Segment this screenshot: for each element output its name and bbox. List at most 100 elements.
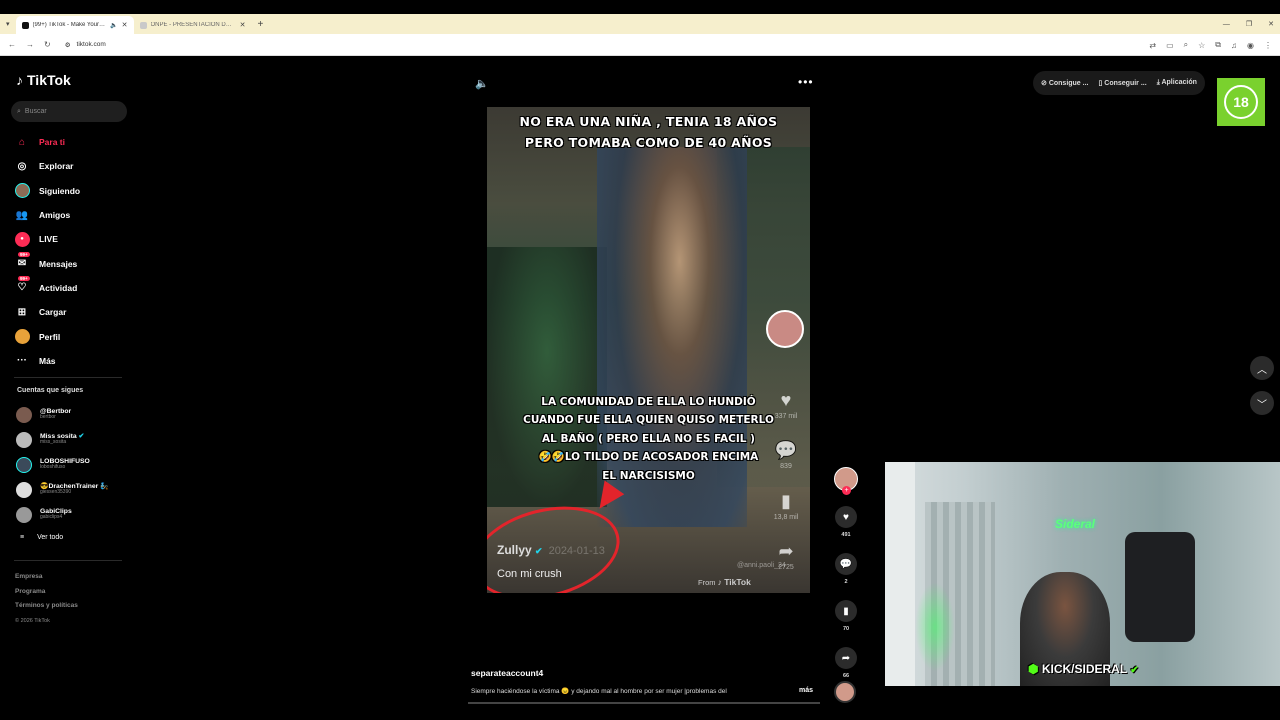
reload-icon[interactable]: ↻ bbox=[44, 40, 51, 49]
footer-link-terminos[interactable]: Términos y políticas bbox=[15, 599, 78, 614]
cast-icon[interactable]: ▭ bbox=[1166, 41, 1174, 50]
comment-button[interactable]: 💬 2 bbox=[830, 553, 862, 585]
share-button[interactable]: ➦ 66 bbox=[830, 647, 862, 679]
menu-icon[interactable]: ⋮ bbox=[1264, 41, 1272, 50]
tab-onpe[interactable]: ONPE - PRESENTACIÓN DE RES ✕ bbox=[134, 16, 252, 34]
author-avatar[interactable]: + bbox=[834, 467, 858, 495]
tab-tiktok[interactable]: (99+) TikTok - Make Your Day 🔈 ✕ bbox=[15, 16, 134, 34]
nav-item-amigos[interactable]: 👥 Amigos bbox=[14, 203, 134, 227]
forward-icon[interactable]: → bbox=[26, 40, 34, 49]
search-input[interactable]: ⌕ Buscar bbox=[11, 101, 127, 122]
tiktok-logo[interactable]: ♪ TikTok bbox=[16, 72, 71, 88]
heart-icon: ♥ bbox=[835, 506, 857, 528]
restore-icon[interactable]: ❐ bbox=[1246, 20, 1252, 28]
comment-icon: 💬 bbox=[835, 553, 857, 575]
see-more-button[interactable]: más bbox=[799, 687, 813, 694]
age-rating-label: 18 bbox=[1224, 85, 1258, 119]
nav-label: Para ti bbox=[39, 137, 65, 148]
following-item[interactable]: GabiClips gabiclips4 bbox=[16, 502, 138, 527]
avatar bbox=[16, 456, 32, 473]
nav-label: Amigos bbox=[39, 210, 71, 221]
music-disc-avatar[interactable] bbox=[834, 681, 856, 703]
following-list: @Bertbor bertbor Miss sosita ✔ miss_sosita… bbox=[16, 402, 138, 547]
translate-icon[interactable]: ⇄ bbox=[1149, 41, 1156, 50]
more-options-icon[interactable]: ••• bbox=[798, 75, 814, 89]
get-coins-button[interactable]: ⊘ Consigue ... bbox=[1041, 79, 1088, 87]
message-badge: 99+ bbox=[18, 251, 30, 257]
site-info-icon[interactable]: ⚙ bbox=[65, 41, 71, 49]
see-all-link[interactable]: ≡ Ver todo bbox=[16, 527, 138, 547]
get-app-button[interactable]: ▯ Conseguir ... bbox=[1098, 79, 1146, 87]
home-icon: ⌂ bbox=[18, 136, 26, 148]
side-actions: + ♥ 491 💬 2 ▮ 70 ➦ 66 bbox=[830, 467, 862, 679]
nav-label: Perfil bbox=[39, 331, 61, 342]
nav-item-explorar[interactable]: ◎ Explorar bbox=[14, 154, 134, 178]
gaming-chair-image bbox=[1125, 532, 1195, 642]
back-icon[interactable]: ← bbox=[8, 40, 16, 49]
nav-item-para-ti[interactable]: ⌂ Para ti bbox=[14, 130, 134, 154]
led-glow-image bbox=[915, 582, 955, 672]
door-image bbox=[885, 462, 915, 686]
tab-search-icon[interactable]: ▾ bbox=[6, 20, 10, 28]
tab-title: ONPE - PRESENTACIÓN DE RES bbox=[150, 22, 236, 28]
compass-icon: ◎ bbox=[17, 160, 27, 172]
streamer-webcam: Sideral ⬢ KICK/SIDERAL ✔ bbox=[885, 462, 1280, 686]
sound-icon[interactable]: 🔈 bbox=[475, 77, 489, 90]
extensions-icon[interactable]: ⧉ bbox=[1215, 40, 1221, 50]
close-window-icon[interactable]: ✕ bbox=[1268, 20, 1274, 28]
new-tab-icon[interactable]: + bbox=[258, 19, 264, 30]
tab-close-icon[interactable]: ✕ bbox=[240, 21, 246, 29]
like-button[interactable]: ♥ 491 bbox=[830, 506, 862, 538]
bookmark-icon: ▮ bbox=[835, 600, 857, 622]
zoom-icon[interactable]: ⌕ bbox=[1184, 40, 1188, 50]
following-item[interactable]: Miss sosita ✔ miss_sosita bbox=[16, 427, 138, 452]
share-count: 66 bbox=[842, 673, 850, 679]
onpe-favicon-icon bbox=[139, 21, 147, 29]
activity-icon: ♡ 99+ bbox=[17, 275, 30, 294]
like-count: 491 bbox=[841, 532, 851, 538]
url-text: tiktok.com bbox=[76, 41, 106, 48]
nav-label: Más bbox=[39, 355, 56, 366]
inner-username: Zullyy ✔ 2024-01-13 bbox=[497, 543, 605, 557]
nav-item-live[interactable]: ● LIVE bbox=[14, 227, 134, 251]
nav-item-siguiendo[interactable]: Siguiendo bbox=[14, 179, 134, 203]
inner-credit: @anni.paoli_24 bbox=[737, 562, 786, 569]
url-field[interactable]: ⚙ tiktok.com bbox=[65, 41, 106, 49]
nav-item-mas[interactable]: ··· Más bbox=[14, 349, 134, 373]
video-caption-top: NO ERA UNA NIÑA , TENIA 18 AÑOS PERO TOM… bbox=[519, 114, 778, 150]
profile-icon[interactable]: ◉ bbox=[1247, 41, 1254, 50]
nav-item-perfil[interactable]: Perfil bbox=[14, 324, 134, 348]
age-rating-badge: 18 bbox=[1217, 78, 1265, 126]
video-caption-middle: LA COMUNIDAD DE ELLA LO HUNDIÓ CUANDO FU… bbox=[523, 396, 774, 482]
stream-overlay-text: ⬢ KICK/SIDERAL ✔ bbox=[1028, 662, 1139, 676]
app-download-button[interactable]: ⤓ Aplicación bbox=[1157, 79, 1197, 87]
follow-plus-icon[interactable]: + bbox=[842, 486, 851, 495]
profile-icon bbox=[14, 329, 30, 345]
following-item[interactable]: 😎DrachenTrainer 🧞 giessen35390 bbox=[16, 477, 138, 502]
video-progress-bar[interactable] bbox=[468, 702, 820, 704]
save-button[interactable]: ▮ 70 bbox=[830, 600, 862, 632]
search-icon: ⌕ bbox=[17, 107, 21, 115]
nav-item-cargar[interactable]: ⊞ Cargar bbox=[14, 300, 134, 324]
bookmark-star-icon[interactable]: ☆ bbox=[1198, 41, 1205, 50]
following-handle: loboshifuso bbox=[40, 464, 66, 471]
video-player[interactable]: NO ERA UNA NIÑA , TENIA 18 AÑOS PERO TOM… bbox=[487, 107, 810, 593]
footer-link-empresa[interactable]: Empresa bbox=[15, 570, 78, 585]
copyright: © 2026 TikTok bbox=[15, 617, 50, 624]
footer-link-programa[interactable]: Programa bbox=[15, 585, 78, 600]
tab-mute-icon[interactable]: 🔈 bbox=[110, 22, 117, 29]
previous-video-button[interactable]: ︿ bbox=[1250, 356, 1274, 380]
nav-item-mensajes[interactable]: ✉ 99+ Mensajes bbox=[14, 251, 134, 275]
following-handle: gabiclips4 bbox=[40, 514, 63, 521]
following-item[interactable]: @Bertbor bertbor bbox=[16, 402, 138, 427]
nav-item-actividad[interactable]: ♡ 99+ Actividad bbox=[14, 275, 134, 300]
next-video-button[interactable]: ﹀ bbox=[1250, 391, 1274, 415]
media-icon[interactable]: ♫ bbox=[1231, 41, 1237, 50]
post-author[interactable]: separateaccount4 bbox=[471, 668, 543, 678]
minimize-icon[interactable]: — bbox=[1223, 21, 1230, 28]
nav-label: Mensajes bbox=[39, 258, 78, 269]
tab-close-icon[interactable]: ✕ bbox=[122, 21, 128, 29]
live-icon: ● bbox=[14, 231, 30, 247]
following-item[interactable]: LOBOSHIFUSO loboshifuso bbox=[16, 452, 138, 477]
following-handle: bertbor bbox=[40, 414, 56, 421]
